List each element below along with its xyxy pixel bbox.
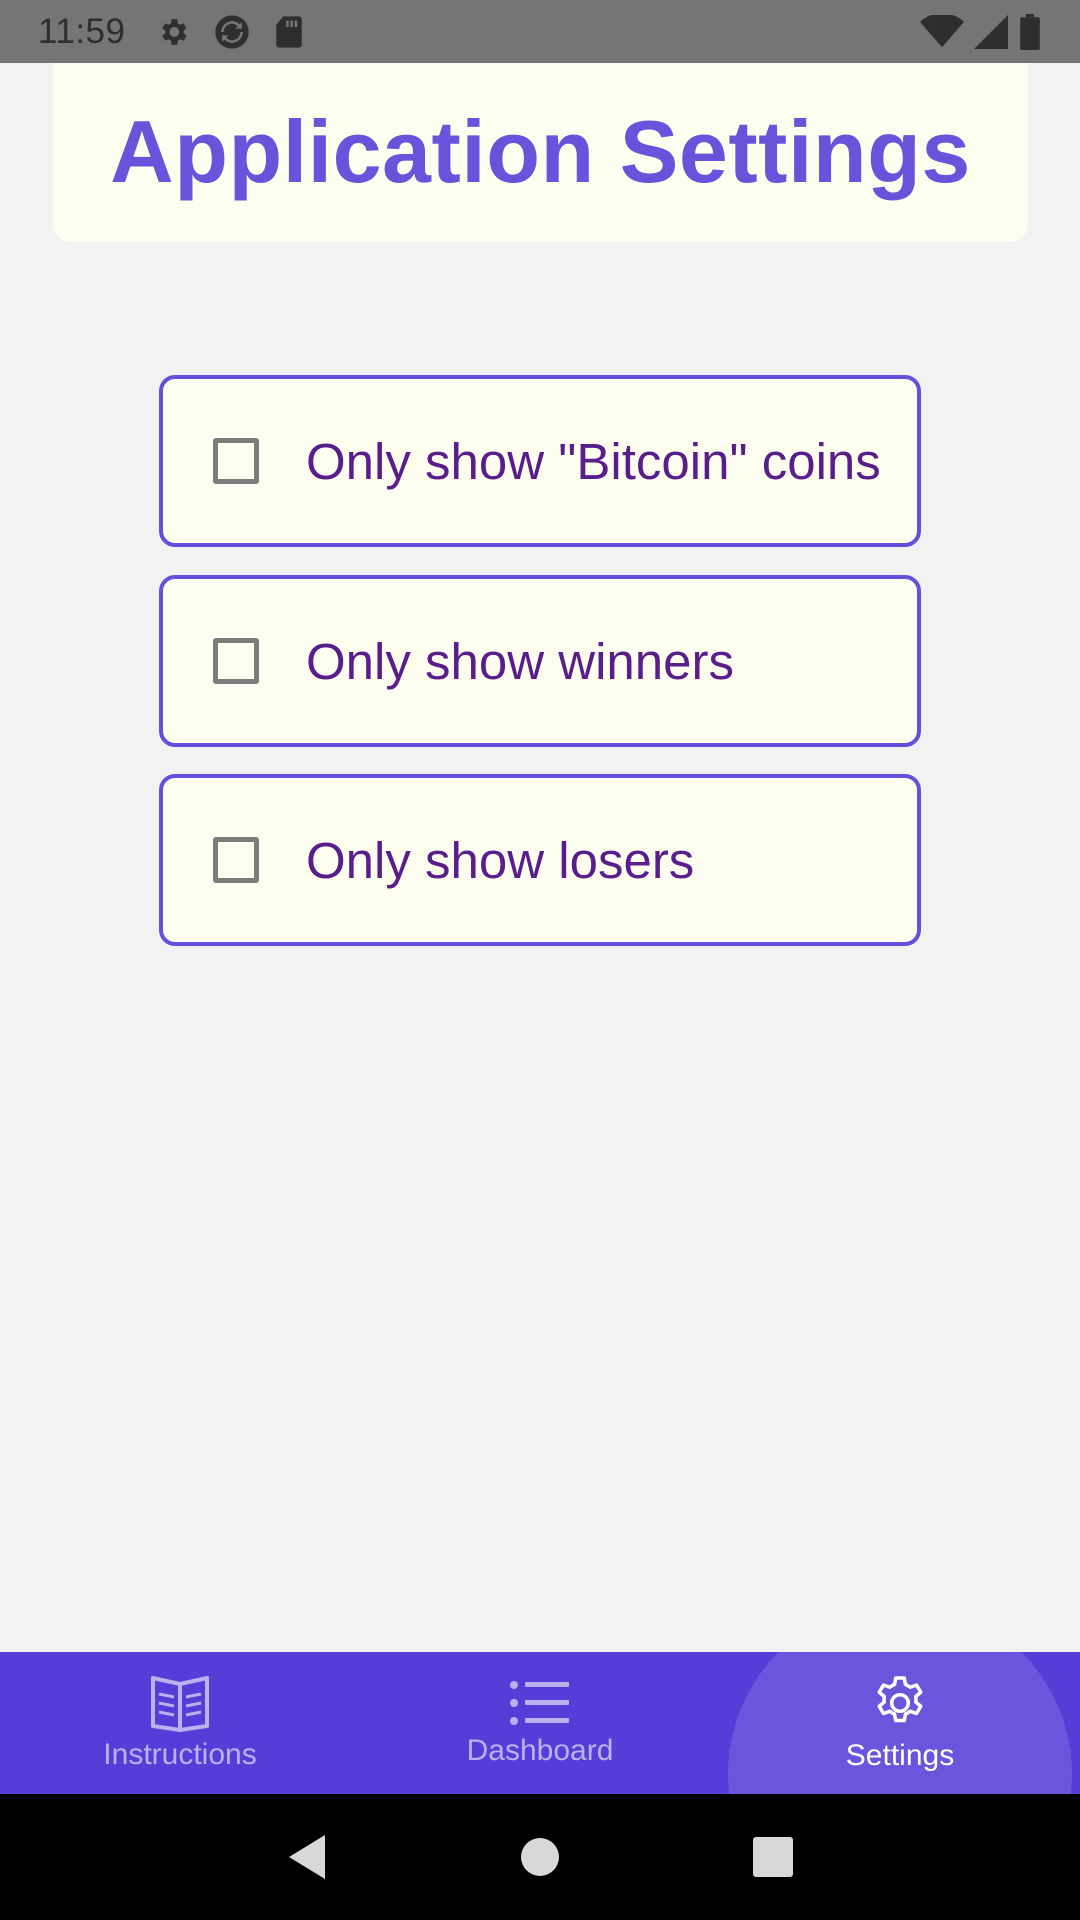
- nav-item-instructions[interactable]: Instructions: [0, 1652, 360, 1794]
- battery-icon: [1018, 13, 1042, 50]
- option-label: Only show winners: [306, 632, 734, 690]
- nav-item-settings[interactable]: Settings: [720, 1652, 1080, 1794]
- nav-label-dashboard: Dashboard: [466, 1734, 614, 1767]
- nav-item-dashboard[interactable]: Dashboard: [360, 1652, 720, 1794]
- option-losers-only[interactable]: Only show losers: [159, 774, 921, 946]
- page-title: Application Settings: [110, 101, 971, 201]
- option-label: Only show losers: [306, 831, 695, 889]
- option-label: Only show "Bitcoin" coins: [306, 432, 881, 490]
- winners-only-checkbox[interactable]: [213, 638, 259, 684]
- home-icon[interactable]: [500, 1817, 580, 1897]
- sd-card-icon: [274, 15, 304, 49]
- nav-label-instructions: Instructions: [103, 1738, 257, 1771]
- system-navigation-bar: [0, 1794, 1080, 1920]
- bottom-navigation: Instructions Dashboard Settings: [0, 1652, 1080, 1794]
- book-icon: [149, 1674, 211, 1732]
- back-icon[interactable]: [267, 1817, 347, 1897]
- bitcoin-only-checkbox[interactable]: [213, 438, 259, 484]
- option-bitcoin-only[interactable]: Only show "Bitcoin" coins: [159, 375, 921, 547]
- status-time: 11:59: [38, 11, 126, 51]
- status-bar: 11:59: [0, 0, 1080, 63]
- settings-icon: [156, 15, 190, 49]
- list-icon: [509, 1678, 571, 1728]
- wifi-icon: [920, 14, 964, 49]
- losers-only-checkbox[interactable]: [213, 837, 259, 883]
- header-card: Application Settings: [53, 63, 1028, 242]
- nav-label-settings: Settings: [845, 1739, 955, 1772]
- status-icons-right: [920, 13, 1042, 50]
- signal-icon: [974, 14, 1008, 49]
- option-winners-only[interactable]: Only show winners: [159, 575, 921, 747]
- gear-icon: [870, 1673, 930, 1733]
- status-icons-left: [156, 12, 304, 52]
- sync-icon: [212, 12, 252, 52]
- recents-icon[interactable]: [733, 1817, 813, 1897]
